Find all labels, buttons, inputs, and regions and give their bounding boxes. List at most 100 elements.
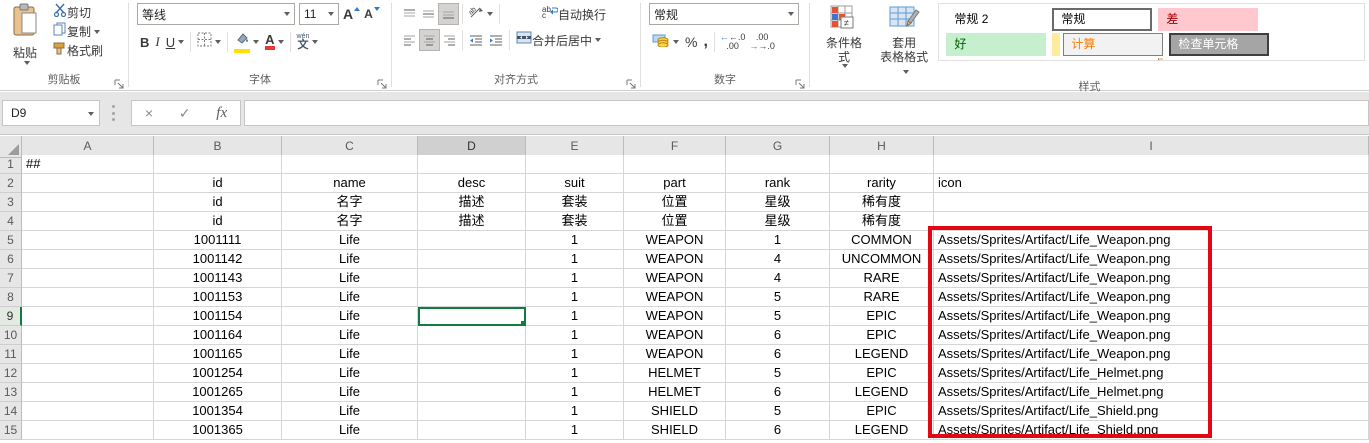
row-header-3[interactable]: 3 xyxy=(0,193,22,212)
cell-F7[interactable]: WEAPON xyxy=(624,269,726,288)
cell-E4[interactable]: 套装 xyxy=(526,212,624,231)
borders-button[interactable] xyxy=(194,31,224,53)
style-chip-sliver-neutral[interactable] xyxy=(1052,33,1060,56)
copy-button[interactable]: 复制 xyxy=(50,22,106,41)
row-header-12[interactable]: 12 xyxy=(0,364,22,383)
font-color-dropdown-icon[interactable] xyxy=(278,40,284,44)
cell-F12[interactable]: HELMET xyxy=(624,364,726,383)
cell-G6[interactable]: 4 xyxy=(726,250,830,269)
cell-F9[interactable]: WEAPON xyxy=(624,307,726,326)
font-name-combo[interactable]: 等线 xyxy=(137,3,295,25)
cell-A12[interactable] xyxy=(22,364,154,383)
cell-I3[interactable] xyxy=(934,193,1369,212)
decrease-decimal-button[interactable]: .00→→.0 xyxy=(747,31,777,53)
cell-A15[interactable] xyxy=(22,421,154,440)
style-chip-常规 2[interactable]: 常规 2 xyxy=(946,8,1046,31)
cell-F15[interactable]: SHIELD xyxy=(624,421,726,440)
cell-E6[interactable]: 1 xyxy=(526,250,624,269)
cell-H14[interactable]: EPIC xyxy=(830,402,934,421)
cell-B6[interactable]: 1001142 xyxy=(154,250,282,269)
name-box-dropdown-icon[interactable] xyxy=(88,112,94,116)
align-right-button[interactable] xyxy=(440,29,459,51)
select-all-corner[interactable] xyxy=(0,136,22,158)
cell-C11[interactable]: Life xyxy=(282,345,418,364)
conditional-formatting-button[interactable]: ≠ 条件格式 xyxy=(816,3,872,70)
cell-I11[interactable]: Assets/Sprites/Artifact/Life_Weapon.png xyxy=(934,345,1369,364)
cell-A9[interactable] xyxy=(22,307,154,326)
style-chip-检查单元格[interactable]: 检查单元格 xyxy=(1169,33,1269,56)
alignment-dialog-launcher-icon[interactable] xyxy=(626,77,637,88)
cell-I14[interactable]: Assets/Sprites/Artifact/Life_Shield.png xyxy=(934,402,1369,421)
row-header-4[interactable]: 4 xyxy=(0,212,22,231)
number-format-combo[interactable]: 常规 xyxy=(649,3,799,25)
row-header-14[interactable]: 14 xyxy=(0,402,22,421)
row-header-15[interactable]: 15 xyxy=(0,421,22,440)
cell-C6[interactable]: Life xyxy=(282,250,418,269)
row-header-8[interactable]: 8 xyxy=(0,288,22,307)
fill-handle[interactable] xyxy=(520,320,526,326)
cell-E2[interactable]: suit xyxy=(526,174,624,193)
row-header-6[interactable]: 6 xyxy=(0,250,22,269)
merge-center-button[interactable]: 合并后居中 xyxy=(513,29,604,51)
cell-I1[interactable] xyxy=(934,155,1369,174)
cell-F4[interactable]: 位置 xyxy=(624,212,726,231)
font-dialog-launcher-icon[interactable] xyxy=(377,77,388,88)
cell-A5[interactable] xyxy=(22,231,154,250)
cell-C9[interactable]: Life xyxy=(282,307,418,326)
cell-D15[interactable] xyxy=(418,421,526,440)
cell-H6[interactable]: UNCOMMON xyxy=(830,250,934,269)
cell-E12[interactable]: 1 xyxy=(526,364,624,383)
cell-H3[interactable]: 稀有度 xyxy=(830,193,934,212)
cell-F13[interactable]: HELMET xyxy=(624,383,726,402)
merge-center-dropdown-icon[interactable] xyxy=(595,38,601,42)
format-painter-button[interactable]: 格式刷 xyxy=(50,41,106,60)
cell-C14[interactable]: Life xyxy=(282,402,418,421)
underline-dropdown-icon[interactable] xyxy=(178,40,184,44)
paste-dropdown-icon[interactable] xyxy=(24,61,30,65)
cell-I8[interactable]: Assets/Sprites/Artifact/Life_Weapon.png xyxy=(934,288,1369,307)
cell-I12[interactable]: Assets/Sprites/Artifact/Life_Helmet.png xyxy=(934,364,1369,383)
align-top-button[interactable] xyxy=(400,3,419,25)
cell-C3[interactable]: 名字 xyxy=(282,193,418,212)
cell-B15[interactable]: 1001365 xyxy=(154,421,282,440)
accounting-format-button[interactable] xyxy=(649,31,682,53)
cell-A2[interactable] xyxy=(22,174,154,193)
cell-I13[interactable]: Assets/Sprites/Artifact/Life_Helmet.png xyxy=(934,383,1369,402)
font-size-combo[interactable]: 11 xyxy=(299,3,339,25)
cell-I15[interactable]: Assets/Sprites/Artifact/Life_Shield.png xyxy=(934,421,1369,440)
orientation-button[interactable]: ab xyxy=(466,3,496,25)
cell-I5[interactable]: Assets/Sprites/Artifact/Life_Weapon.png xyxy=(934,231,1369,250)
cell-G1[interactable] xyxy=(726,155,830,174)
copy-dropdown-icon[interactable] xyxy=(94,30,100,34)
orientation-dropdown-icon[interactable] xyxy=(487,12,493,16)
cell-G15[interactable]: 6 xyxy=(726,421,830,440)
cell-C2[interactable]: name xyxy=(282,174,418,193)
cell-D8[interactable] xyxy=(418,288,526,307)
bold-button[interactable]: B xyxy=(137,31,152,53)
cell-B2[interactable]: id xyxy=(154,174,282,193)
style-chip-sliver-input[interactable] xyxy=(1158,58,1163,61)
font-size-dropdown-icon[interactable] xyxy=(328,12,334,16)
grow-font-button[interactable]: A xyxy=(343,7,360,21)
cell-C15[interactable]: Life xyxy=(282,421,418,440)
cell-E5[interactable]: 1 xyxy=(526,231,624,250)
cell-B1[interactable] xyxy=(154,155,282,174)
cell-B14[interactable]: 1001354 xyxy=(154,402,282,421)
phonetic-dropdown-icon[interactable] xyxy=(312,40,318,44)
conditional-formatting-dropdown-icon[interactable] xyxy=(842,64,848,68)
cell-B13[interactable]: 1001265 xyxy=(154,383,282,402)
cell-D11[interactable] xyxy=(418,345,526,364)
wrap-text-button[interactable]: abc 自动换行 xyxy=(539,3,609,25)
cell-F3[interactable]: 位置 xyxy=(624,193,726,212)
cell-F1[interactable] xyxy=(624,155,726,174)
font-name-dropdown-icon[interactable] xyxy=(284,12,290,16)
formula-input[interactable] xyxy=(244,100,1369,126)
insert-function-button[interactable]: fx xyxy=(216,105,227,122)
cell-E15[interactable]: 1 xyxy=(526,421,624,440)
row-header-10[interactable]: 10 xyxy=(0,326,22,345)
cell-E14[interactable]: 1 xyxy=(526,402,624,421)
cell-A1[interactable]: ## xyxy=(22,155,154,174)
cut-button[interactable]: 剪切 xyxy=(50,3,106,22)
comma-style-button[interactable]: , xyxy=(700,31,710,53)
cell-H12[interactable]: EPIC xyxy=(830,364,934,383)
